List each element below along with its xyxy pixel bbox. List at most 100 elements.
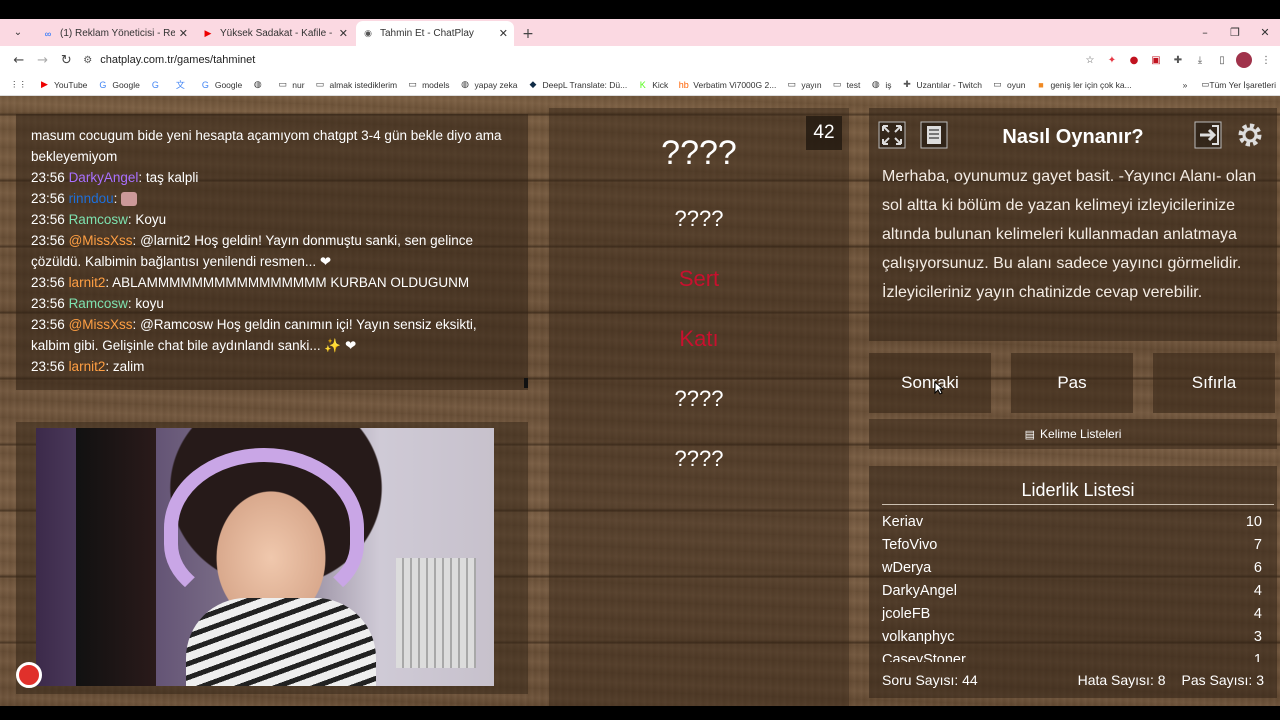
question-count: Soru Sayısı: 44 — [882, 672, 978, 688]
bookmark-item[interactable]: ▭ yayın — [786, 79, 822, 90]
bookmark-item[interactable]: hb Verbatim Vi7000G 2... — [678, 79, 777, 90]
extension-pin-icon[interactable]: ✦ — [1104, 52, 1120, 68]
reset-button[interactable]: Sıfırla — [1153, 353, 1275, 413]
profile-avatar[interactable] — [1236, 52, 1252, 68]
settings-gear-icon[interactable] — [1233, 118, 1267, 152]
bookmark-item[interactable]: K Kick — [637, 79, 669, 90]
apps-grid-icon[interactable]: ⋮⋮ — [10, 79, 27, 90]
chat-message: 23:56 @MissXss: @Ramcosw Hoş geldin canı… — [31, 314, 513, 356]
pass-button[interactable]: Pas — [1011, 353, 1133, 413]
bookmark-item[interactable]: ◆ DeepL Translate: Dü... — [528, 79, 628, 90]
bookmark-item[interactable]: ▭ test — [832, 79, 860, 90]
chat-username[interactable]: rinndou — [69, 191, 114, 206]
bookmark-item[interactable]: ▭ models — [407, 79, 449, 90]
tab-title: (1) Reklam Yöneticisi - Reklamla — [60, 28, 175, 39]
bookmark-item[interactable]: ✚ Uzantılar - Twitch — [901, 79, 982, 90]
bookmark-item[interactable]: ◍ yapay zeka — [460, 79, 517, 90]
all-bookmarks-link[interactable]: Tüm Yer İşaretleri — [1209, 80, 1276, 90]
close-tab-icon[interactable]: ✕ — [179, 27, 188, 40]
bookmark-item[interactable]: ▭ nur — [277, 79, 304, 90]
orange-icon: ■ — [1038, 79, 1044, 90]
bookmark-item[interactable]: ◍ — [252, 79, 267, 90]
next-button[interactable]: Sonraki — [869, 353, 991, 413]
exit-icon[interactable] — [1191, 118, 1225, 152]
mouse-cursor-icon — [934, 381, 944, 395]
bookmarks-bar: ⋮⋮ ▶ YouTube G Google G 文 G Google ◍ ▭ nur ▭ almak i… — [0, 74, 1280, 96]
youtube-icon: ▶ — [204, 28, 212, 38]
back-icon[interactable]: ← — [8, 49, 30, 71]
bookmark-item[interactable]: ▭ oyun — [992, 79, 1025, 90]
maximize-icon[interactable]: ❐ — [1220, 26, 1250, 39]
bookmark-label: iş — [885, 79, 892, 90]
chatplay-icon: ◉ — [364, 28, 372, 38]
chat-text: Koyu — [135, 212, 167, 227]
chat-username[interactable]: DarkyAngel — [69, 170, 139, 185]
leaderboard-row: Keriav 10 — [882, 514, 1262, 530]
window-controls: – ❐ ✕ — [1190, 19, 1280, 46]
chat-timestamp: 23:56 — [31, 233, 65, 248]
close-window-icon[interactable]: ✕ — [1250, 26, 1280, 39]
browser-tab[interactable]: ▶ Yüksek Sadakat - Kafile - YouTube ✕ — [196, 21, 354, 46]
site-info-icon[interactable]: ⚙ — [83, 55, 92, 66]
browser-tab[interactable]: ◉ Tahmin Et - ChatPlay ✕ — [356, 21, 514, 46]
bookmark-star-icon[interactable]: ☆ — [1082, 52, 1098, 68]
reload-icon[interactable]: ↻ — [56, 49, 78, 71]
browser-tab[interactable]: ∞ (1) Reklam Yöneticisi - Reklamla ✕ — [36, 21, 194, 46]
chat-timestamp: 23:56 — [31, 191, 65, 206]
bookmark-item[interactable]: ▶ YouTube — [39, 79, 87, 90]
bookmark-label: DeepL Translate: Dü... — [542, 79, 628, 90]
close-tab-icon[interactable]: ✕ — [339, 27, 348, 40]
chat-timestamp: 23:56 — [31, 212, 65, 227]
bookmark-label: Google — [112, 79, 140, 90]
extension-red-icon[interactable]: ● — [1126, 52, 1142, 68]
bookmark-overflow-icon[interactable]: » — [1183, 80, 1188, 90]
word-item: ???? — [674, 206, 724, 231]
chat-separator: : — [105, 359, 110, 374]
chat-username[interactable]: larnit2 — [69, 275, 106, 290]
chat-text: taş kalpli — [145, 170, 199, 185]
radiator — [396, 558, 476, 668]
minimize-icon[interactable]: – — [1190, 26, 1220, 39]
word-item: ???? — [674, 446, 724, 471]
player-score: 1 — [1253, 652, 1262, 662]
forward-icon[interactable]: → — [32, 49, 54, 71]
browser-menu-icon[interactable]: ⋮ — [1258, 52, 1274, 68]
bookmark-item[interactable]: G Google — [200, 79, 242, 90]
word-lists-label: Kelime Listeleri — [1040, 427, 1122, 441]
bookmark-item[interactable]: ■ geniş ler için çok ka... — [1035, 79, 1131, 90]
bookmark-item[interactable]: G — [150, 79, 165, 90]
bookmark-item[interactable]: ▭ almak istediklerim — [315, 79, 397, 90]
word-lists-button[interactable]: ▤ Kelime Listeleri — [869, 419, 1277, 449]
chat-timestamp: 23:56 — [31, 275, 65, 290]
close-tab-icon[interactable]: ✕ — [499, 27, 508, 40]
tabs: ∞ (1) Reklam Yöneticisi - Reklamla ✕ ▶ Yükse… — [36, 21, 516, 46]
chat-username[interactable]: @MissXss — [69, 233, 133, 248]
bookmark-item[interactable]: G Google — [97, 79, 139, 90]
new-tab-icon[interactable]: + — [516, 21, 540, 46]
extensions-puzzle-icon[interactable]: ✚ — [1170, 52, 1186, 68]
chat-username[interactable]: Ramcosw — [69, 212, 128, 227]
chat-separator: : — [105, 275, 110, 290]
leaderboard-row: CaseyStoner 1 — [882, 652, 1262, 662]
url-field[interactable]: ⚙ chatplay.com.tr/games/tahminet — [83, 49, 1082, 71]
extension-tv-icon[interactable]: ▣ — [1148, 52, 1164, 68]
chat-separator: : — [127, 296, 132, 311]
bookmark-item[interactable]: 文 — [175, 79, 190, 90]
player-score: 4 — [1253, 583, 1262, 599]
chat-scrollbar[interactable] — [524, 378, 528, 388]
leaderboard-title: Liderlik Listesi — [882, 480, 1274, 505]
chat-username[interactable]: larnit2 — [69, 359, 106, 374]
bookmark-item[interactable]: ◍ iş — [870, 79, 892, 90]
chat-timestamp: 23:56 — [31, 359, 65, 374]
tab-search-icon[interactable]: ⌄ — [0, 19, 36, 46]
record-badge-icon — [16, 662, 42, 688]
sidepanel-icon[interactable]: ▯ — [1214, 52, 1230, 68]
tab-title: Yüksek Sadakat - Kafile - YouTube — [220, 28, 335, 39]
toolbar-extensions: ☆ ✦ ● ▣ ✚ ⤓ ▯ ⋮ — [1082, 52, 1274, 68]
chat-text: koyu — [135, 296, 164, 311]
bookmark-label: models — [422, 79, 450, 90]
chat-username[interactable]: Ramcosw — [69, 296, 128, 311]
striped-shirt — [186, 598, 376, 686]
chat-username[interactable]: @MissXss — [69, 317, 133, 332]
downloads-icon[interactable]: ⤓ — [1192, 52, 1208, 68]
